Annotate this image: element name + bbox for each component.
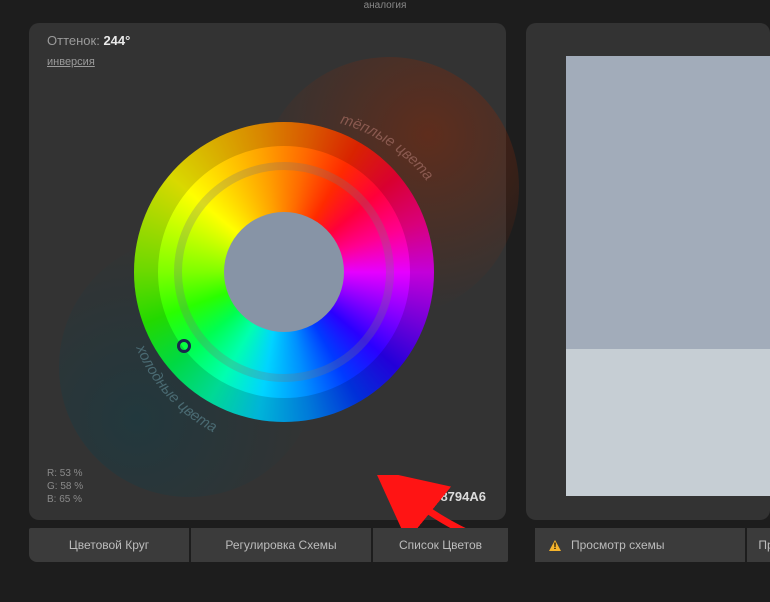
tab-scheme-adjust-label: Регулировка Схемы: [225, 538, 336, 552]
scheme-mode-label: аналогия: [364, 0, 407, 11]
tab-more-label: Пр: [758, 538, 770, 552]
swatch-3[interactable]: [566, 349, 770, 496]
bottom-tab-bar: Цветовой Круг Регулировка Схемы Список Ц…: [29, 528, 770, 562]
swatch-stack: [566, 56, 770, 496]
warning-icon: [549, 540, 561, 551]
tab-more[interactable]: Пр: [747, 528, 770, 562]
annotation-arrow-icon: [373, 475, 473, 535]
tab-scheme-preview[interactable]: Просмотр схемы: [535, 528, 745, 562]
wheel-hub-swatch: [224, 212, 344, 332]
tab-color-list[interactable]: Список Цветов: [373, 528, 508, 562]
tab-color-wheel[interactable]: Цветовой Круг: [29, 528, 189, 562]
rgb-g: G: 58 %: [47, 480, 83, 493]
tab-color-list-label: Список Цветов: [399, 538, 482, 552]
swatch-1[interactable]: [566, 56, 770, 203]
rgb-r: R: 53 %: [47, 467, 83, 480]
rgb-hex-readout: RGB: 8794A6: [405, 489, 486, 504]
rgb-b: B: 65 %: [47, 493, 83, 506]
tab-scheme-preview-label: Просмотр схемы: [571, 538, 665, 552]
rgb-hex-label: RGB:: [405, 489, 437, 504]
color-wheel[interactable]: тёплые цвета холодные цвета: [79, 67, 489, 477]
tab-color-wheel-label: Цветовой Круг: [69, 538, 149, 552]
hue-label: Оттенок:: [47, 33, 100, 48]
preview-panel: [526, 23, 770, 520]
hue-value: 244°: [103, 33, 130, 48]
hue-readout: Оттенок: 244°: [47, 33, 130, 48]
hue-marker[interactable]: [177, 339, 191, 353]
rgb-percent-block: R: 53 % G: 58 % B: 65 %: [47, 467, 83, 506]
rgb-hex-value: 8794A6: [440, 489, 486, 504]
tab-scheme-adjust[interactable]: Регулировка Схемы: [191, 528, 371, 562]
swatch-2[interactable]: [566, 203, 770, 350]
scheme-mode-tab[interactable]: аналогия: [0, 0, 770, 22]
color-wheel-panel: Оттенок: 244° инверсия тёплые цвета холо…: [29, 23, 506, 520]
